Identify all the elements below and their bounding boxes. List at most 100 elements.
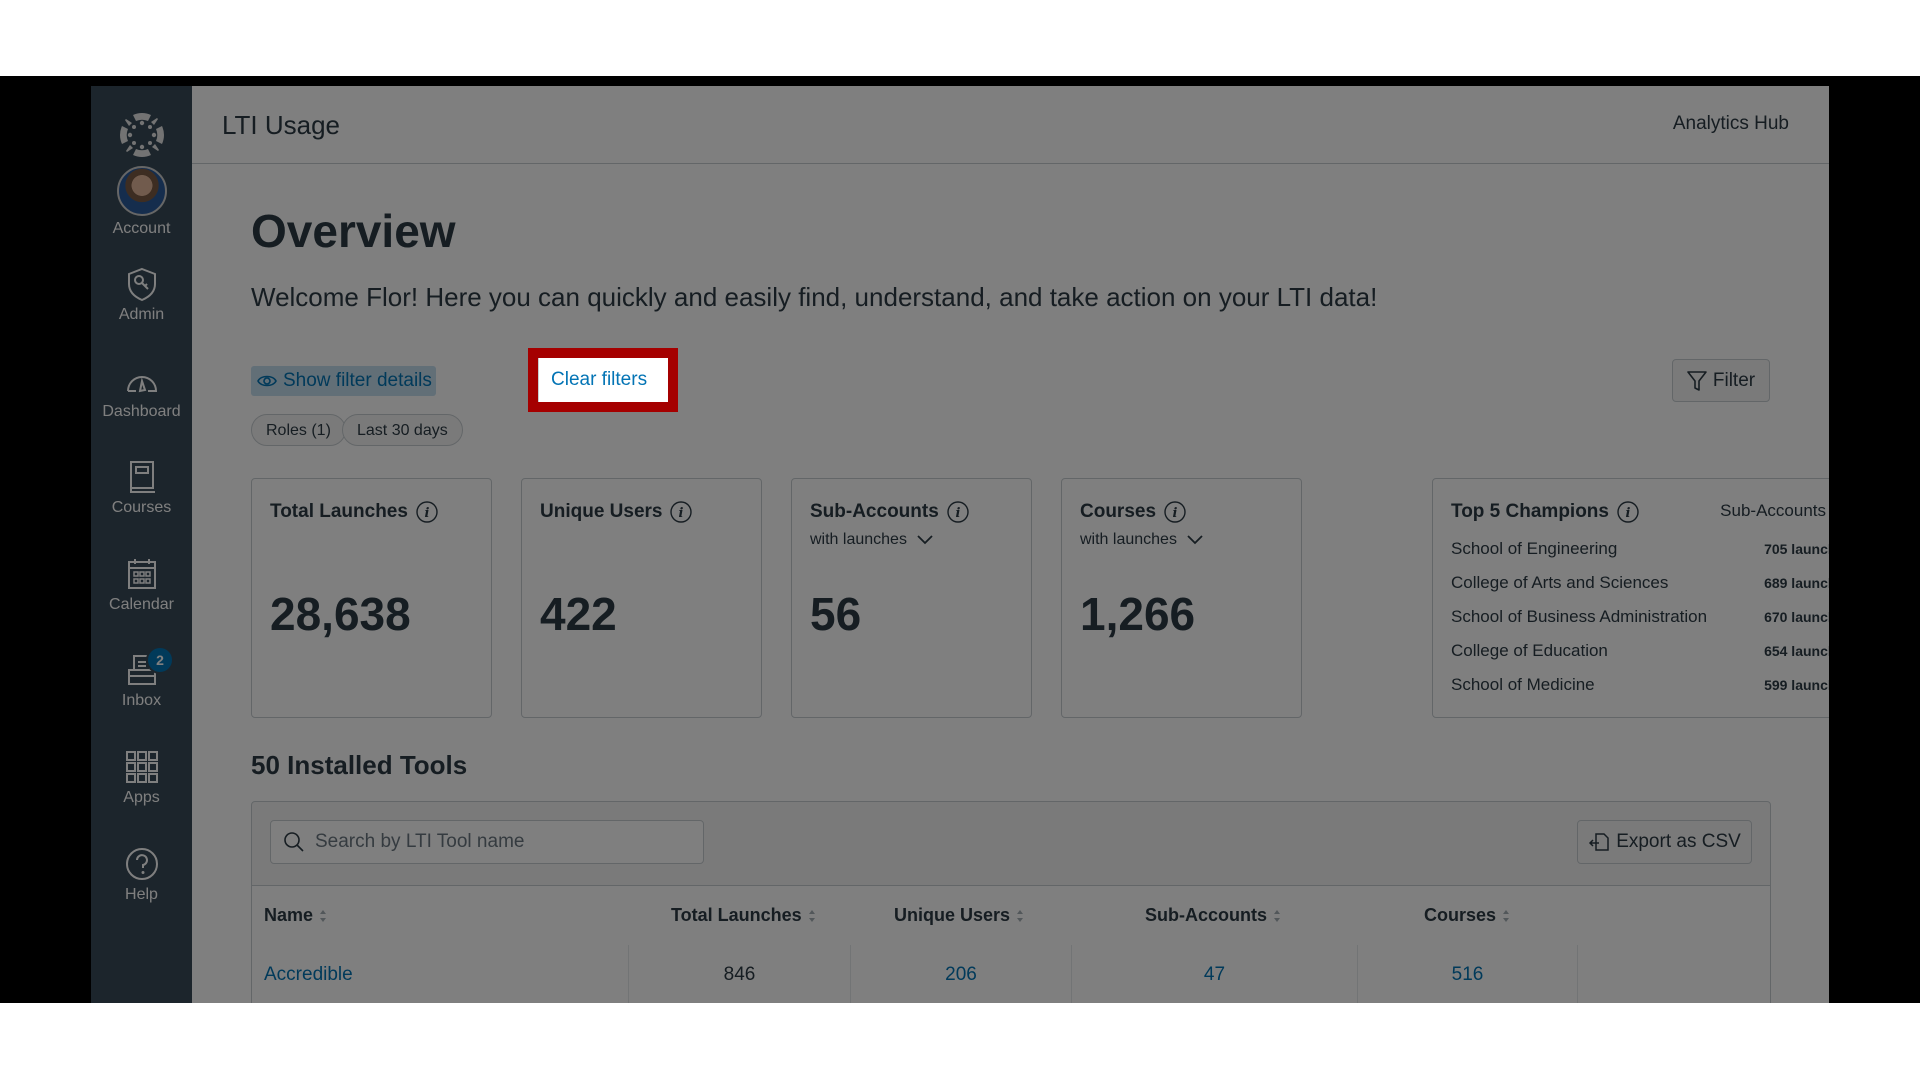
export-icon xyxy=(1589,833,1609,851)
champions-type-label: Sub-Accounts xyxy=(1720,501,1826,520)
svg-text:i: i xyxy=(679,506,684,521)
sidebar-item-dashboard[interactable]: Dashboard xyxy=(91,363,192,421)
welcome-message: Welcome Flor! Here you can quickly and e… xyxy=(251,282,1378,312)
champion-launches: 689 launches xyxy=(1764,575,1829,591)
card-value: 28,638 xyxy=(270,588,411,640)
card-subtitle: with launches xyxy=(1080,531,1177,548)
global-navigation: Account Admin Dashboard Courses Calendar… xyxy=(91,86,192,1003)
clear-filters-button[interactable]: Clear filters xyxy=(538,358,668,402)
filter-button[interactable]: Filter xyxy=(1672,359,1770,402)
card-title: Courses xyxy=(1080,501,1157,522)
column-label: Total Launches xyxy=(671,905,802,925)
sidebar-item-apps[interactable]: Apps xyxy=(91,749,192,807)
chevron-down-icon xyxy=(917,535,933,545)
stat-card-unique-users: Unique Users i 422 xyxy=(521,478,762,718)
champions-type-select[interactable]: Sub-Accounts xyxy=(1720,501,1829,521)
filter-chip-date-range[interactable]: Last 30 days xyxy=(342,414,463,446)
sidebar-item-courses[interactable]: Courses xyxy=(91,459,192,517)
sidebar-item-help[interactable]: Help xyxy=(91,846,192,904)
svg-text:i: i xyxy=(1626,506,1631,521)
champion-name: School of Medicine xyxy=(1451,675,1595,694)
courses-book-icon xyxy=(129,461,155,493)
sidebar-item-label: Help xyxy=(125,886,158,903)
tool-name-link[interactable]: Accredible xyxy=(252,945,629,1003)
svg-text:i: i xyxy=(424,506,429,521)
champion-row: College of Arts and Sciences 689 launches xyxy=(1451,573,1829,593)
page-header: LTI Usage Analytics Hub xyxy=(192,86,1829,164)
sort-icon xyxy=(1274,909,1281,922)
table-row: Accredible 846 206 47 516 xyxy=(252,945,1770,1003)
courses-metric-select[interactable]: with launches xyxy=(1080,531,1203,549)
sidebar-item-calendar[interactable]: Calendar xyxy=(91,556,192,614)
inbox-unread-badge: 2 xyxy=(146,646,174,674)
filter-chip-roles[interactable]: Roles (1) xyxy=(251,414,346,446)
sidebar-item-account[interactable]: Account xyxy=(91,166,192,238)
info-icon[interactable]: i xyxy=(1164,501,1186,523)
column-header-unique-users[interactable]: Unique Users xyxy=(894,886,1024,945)
column-label: Unique Users xyxy=(894,905,1011,925)
table-header-row: Name Total Launches Unique Users Sub-Acc… xyxy=(252,885,1770,946)
dashboard-gauge-icon xyxy=(126,376,157,393)
cell-courses-link[interactable]: 516 xyxy=(1358,945,1578,1003)
eye-icon xyxy=(257,375,277,387)
cell-sub-accounts-link[interactable]: 47 xyxy=(1072,945,1358,1003)
column-header-total-launches[interactable]: Total Launches xyxy=(671,886,816,945)
champion-launches: 705 launches xyxy=(1764,541,1829,557)
export-csv-button[interactable]: Export as CSV xyxy=(1577,820,1752,864)
info-icon[interactable]: i xyxy=(1617,501,1639,523)
filter-button-label: Filter xyxy=(1712,369,1756,391)
main-content: LTI Usage Analytics Hub Overview Welcome… xyxy=(192,86,1829,1003)
show-filter-details-label: Show filter details xyxy=(283,370,432,391)
cell-unique-users-link[interactable]: 206 xyxy=(851,945,1072,1003)
show-filter-details-button[interactable]: Show filter details xyxy=(251,366,436,396)
tool-search-field[interactable] xyxy=(270,820,704,864)
sidebar-item-label: Admin xyxy=(118,306,165,323)
column-label: Courses xyxy=(1424,905,1497,925)
sort-icon xyxy=(320,909,327,922)
svg-text:i: i xyxy=(1173,506,1178,521)
calendar-icon xyxy=(127,559,156,589)
column-label: Name xyxy=(264,905,314,925)
column-header-courses[interactable]: Courses xyxy=(1424,886,1510,945)
info-icon[interactable]: i xyxy=(416,501,438,523)
sort-icon xyxy=(808,909,815,922)
champion-row: School of Engineering 705 launches xyxy=(1451,539,1829,559)
analytics-hub-link[interactable]: Analytics Hub xyxy=(1673,113,1789,135)
search-icon xyxy=(284,832,304,852)
apps-grid-icon xyxy=(125,751,158,783)
sidebar-item-label: Apps xyxy=(123,789,160,806)
stat-card-courses: Courses i with launches 1,266 xyxy=(1061,478,1302,718)
top-champions-card: Top 5 Champions i Sub-Accounts School of… xyxy=(1432,478,1829,718)
sidebar-item-label: Account xyxy=(112,220,171,237)
page-title: Overview xyxy=(251,205,456,257)
info-icon[interactable]: i xyxy=(670,501,693,523)
column-header-sub-accounts[interactable]: Sub-Accounts xyxy=(1145,886,1281,945)
column-label: Sub-Accounts xyxy=(1145,905,1268,925)
sort-icon xyxy=(1017,909,1024,922)
card-value: 1,266 xyxy=(1080,588,1196,640)
installed-tools-heading: 50 Installed Tools xyxy=(251,750,468,780)
sidebar-item-admin[interactable]: Admin xyxy=(91,266,192,324)
avatar xyxy=(116,166,167,216)
search-input[interactable] xyxy=(313,830,697,854)
sidebar-item-label: Dashboard xyxy=(102,403,181,420)
column-header-name[interactable]: Name xyxy=(264,886,327,945)
sidebar-item-label: Courses xyxy=(111,499,172,516)
stat-card-sub-accounts: Sub-Accounts i with launches 56 xyxy=(791,478,1032,718)
champion-name: School of Engineering xyxy=(1451,539,1618,558)
sidebar-item-inbox[interactable]: 2 Inbox xyxy=(91,646,192,710)
sort-icon xyxy=(1503,909,1510,922)
svg-text:i: i xyxy=(955,506,960,521)
champion-row: School of Medicine 599 launches xyxy=(1451,675,1829,695)
help-icon xyxy=(125,848,158,880)
canvas-logo-icon[interactable] xyxy=(117,110,167,160)
card-title: Sub-Accounts xyxy=(810,501,939,522)
champion-row: School of Business Administration 670 lau… xyxy=(1451,607,1829,627)
sub-accounts-metric-select[interactable]: with launches xyxy=(810,531,933,549)
info-icon[interactable]: i xyxy=(947,501,969,523)
sidebar-item-label: Calendar xyxy=(109,596,174,613)
admin-shield-icon xyxy=(127,267,156,302)
sidebar-item-label: Inbox xyxy=(121,692,162,709)
card-subtitle: with launches xyxy=(810,531,907,548)
card-title: Total Launches xyxy=(270,501,408,522)
